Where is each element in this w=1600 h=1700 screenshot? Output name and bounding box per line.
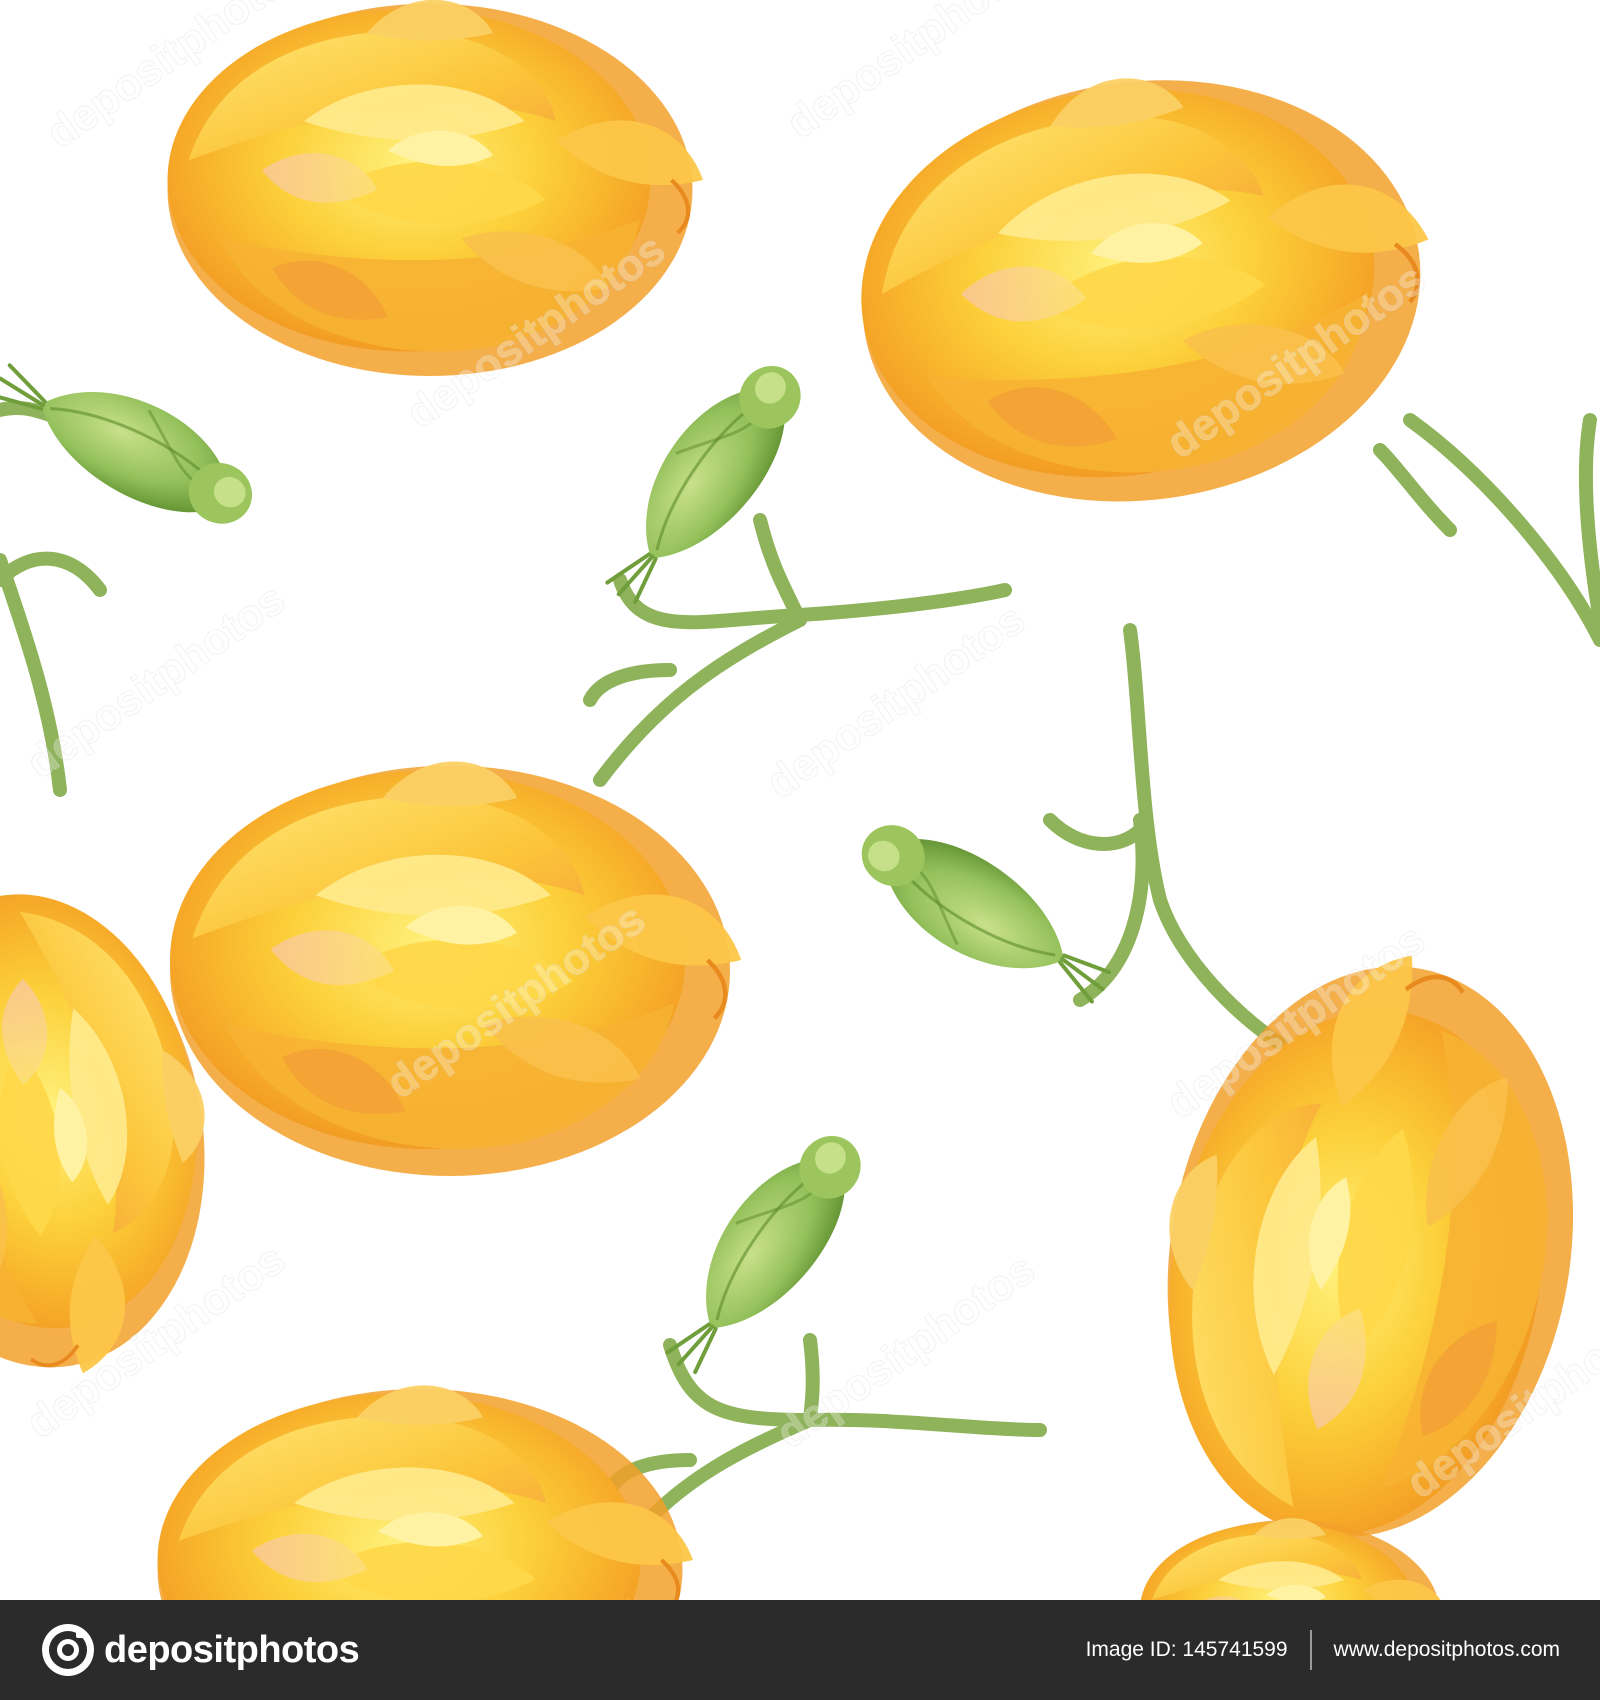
brand-logo[interactable]: depositphotos <box>40 1622 360 1678</box>
rose-pattern-illustration: depositphotos depositphotos depositphoto… <box>0 0 1600 1600</box>
stock-image-preview: depositphotos depositphotos depositphoto… <box>0 0 1600 1700</box>
watercolor-rose-pattern: depositphotos depositphotos depositphoto… <box>0 0 1600 1600</box>
svg-text:depositphotos: depositphotos <box>18 574 294 788</box>
brand-name: depositphotos <box>104 1628 360 1671</box>
site-url-link[interactable]: www.depositphotos.com <box>1334 1638 1560 1662</box>
yellow-roses <box>0 0 1600 1600</box>
footer-bar: depositphotos Image ID: 145741599 www.de… <box>0 1600 1600 1700</box>
divider <box>1309 1630 1312 1670</box>
image-meta: Image ID: 145741599 www.depositphotos.co… <box>1086 1600 1560 1700</box>
camera-icon <box>42 1624 94 1676</box>
image-id: Image ID: 145741599 <box>1085 1638 1288 1661</box>
